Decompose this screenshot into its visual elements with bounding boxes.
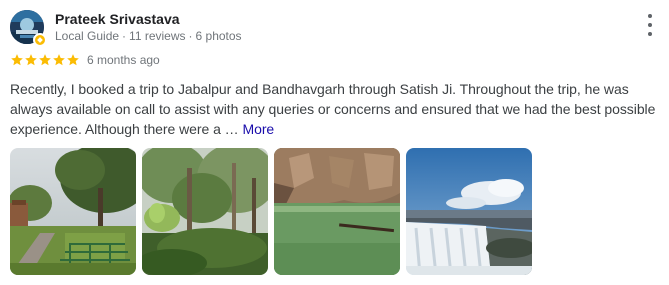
photo-waterfall[interactable] — [406, 148, 532, 275]
star-icon — [52, 53, 66, 67]
menu-dot — [648, 32, 652, 36]
star-icon — [24, 53, 38, 67]
star-icon — [38, 53, 52, 67]
photo-strip — [10, 148, 532, 275]
meta-separator: · — [188, 29, 193, 43]
photo-forest[interactable] — [142, 148, 268, 275]
star-icon — [10, 53, 24, 67]
local-guide-label: Local Guide — [55, 29, 120, 43]
review-time: 6 months ago — [87, 53, 160, 67]
more-options-icon[interactable] — [644, 14, 656, 36]
review-count: 11 reviews — [129, 29, 186, 43]
local-guide-badge-icon — [33, 33, 47, 47]
meta-separator: · — [122, 29, 127, 43]
menu-dot — [648, 23, 652, 27]
rating-row: 6 months ago — [10, 52, 160, 68]
review-body: Recently, I booked a trip to Jabalpur an… — [10, 81, 656, 137]
more-link[interactable]: More — [242, 121, 274, 137]
reviewer-name[interactable]: Prateek Srivastava — [55, 10, 180, 28]
star-icon — [66, 53, 80, 67]
photo-river-rocks[interactable] — [274, 148, 400, 275]
review-header: Prateek Srivastava Local Guide · 11 review… — [10, 10, 660, 47]
review-text: Recently, I booked a trip to Jabalpur an… — [10, 79, 665, 139]
photo-park-garden[interactable] — [10, 148, 136, 275]
star-rating — [10, 53, 80, 67]
photo-count: 6 photos — [195, 29, 242, 43]
menu-dot — [648, 14, 652, 18]
reviewer-meta: Local Guide · 11 reviews · 6 photos — [55, 28, 242, 44]
